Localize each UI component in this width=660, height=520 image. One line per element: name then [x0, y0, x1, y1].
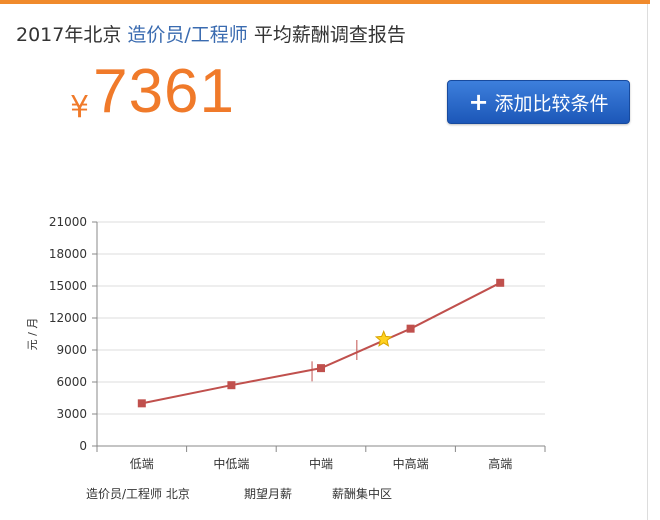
data-point	[496, 278, 505, 287]
y-tick-label: 12000	[49, 311, 87, 325]
data-point	[137, 399, 146, 408]
job-title-link[interactable]: 造价员/工程师	[127, 24, 247, 46]
y-tick-label: 21000	[49, 215, 87, 229]
series-line	[141, 281, 501, 405]
y-tick-label: 6000	[56, 375, 87, 389]
data-point	[317, 364, 325, 373]
y-tick-label: 3000	[56, 407, 87, 421]
salary-value: 7361	[93, 57, 236, 126]
x-tick-label: 中端	[309, 456, 333, 471]
y-axis-label: 元 / 月	[26, 318, 39, 351]
page-title: 2017年北京 造价员/工程师 平均薪酬调查报告	[16, 20, 406, 47]
legend-expected-salary: 期望月薪	[244, 487, 293, 501]
add-compare-label: 添加比较条件	[494, 92, 609, 115]
x-tick-label: 中高端	[393, 456, 429, 471]
data-point	[227, 381, 236, 390]
y-tick-label: 0	[79, 439, 87, 453]
legend-salary-concentration: 薪酬集中区	[332, 487, 393, 501]
plus-icon: +	[468, 88, 489, 116]
x-tick-label: 高端	[488, 456, 512, 471]
add-compare-button[interactable]: + 添加比较条件	[447, 80, 630, 124]
currency-symbol: ¥	[70, 90, 90, 125]
salary-chart: 0 3000 6000 9000 12000 15000 18000 21000 低端 中低端 中端…	[26, 215, 546, 471]
data-point	[406, 324, 415, 333]
y-tick-label: 18000	[49, 247, 87, 261]
title-prefix: 2017年北京	[16, 24, 122, 46]
title-suffix: 平均薪酬调查报告	[253, 24, 406, 46]
y-tick-label: 15000	[49, 279, 87, 293]
x-tick-label: 低端	[130, 457, 154, 471]
legend-job-city: 造价员/工程师 北京	[86, 487, 190, 501]
y-tick-label: 9000	[56, 343, 87, 357]
x-tick-label: 中低端	[213, 456, 249, 471]
average-salary: ¥7361	[70, 56, 235, 128]
